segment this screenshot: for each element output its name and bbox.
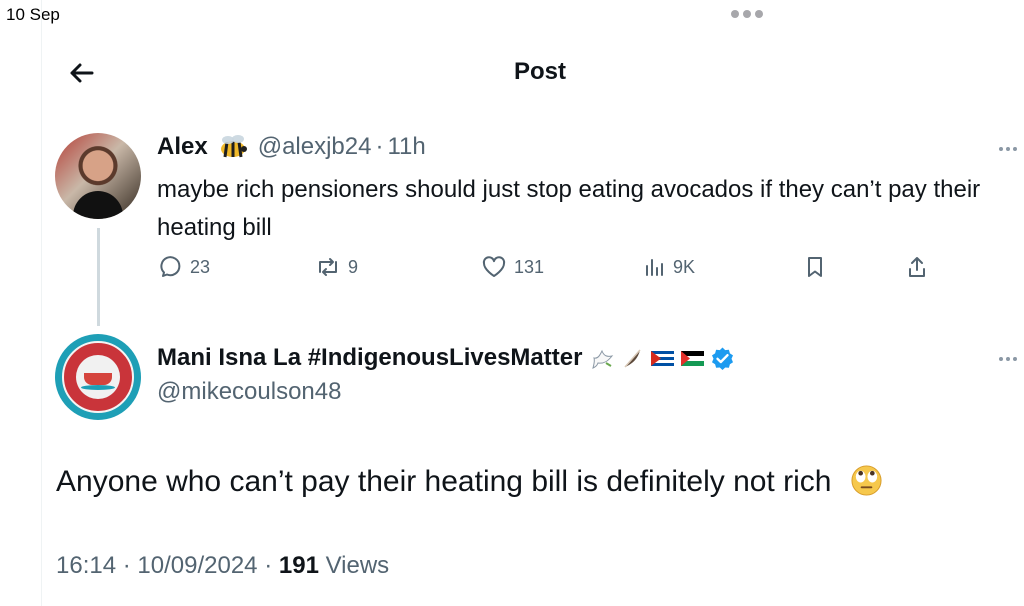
reply-time-ago[interactable]: 11h: [387, 133, 425, 161]
thread-connector-line: [97, 228, 100, 326]
reply-more-options-button[interactable]: [999, 147, 1017, 151]
window-dot-icon: [731, 10, 739, 18]
alex-avatar[interactable]: [55, 133, 141, 219]
like-count: 131: [514, 256, 545, 277]
bookmark-icon: [808, 257, 822, 277]
dove-icon: [592, 349, 614, 369]
back-arrow-icon: [70, 63, 94, 83]
main-handle[interactable]: @mikecoulson48: [157, 375, 735, 409]
repost-action[interactable]: 9: [315, 255, 358, 279]
window-drag-handle[interactable]: [731, 10, 763, 18]
share-action[interactable]: [905, 255, 929, 279]
back-button[interactable]: [64, 56, 98, 90]
bookmark-action[interactable]: [803, 255, 827, 279]
heart-icon: [482, 256, 506, 277]
post-timestamp-row: 16:14 · 10/09/2024 · 191 Views: [56, 552, 389, 580]
post-time[interactable]: 16:14: [56, 552, 116, 579]
repost-count: 9: [348, 256, 359, 277]
reply-action[interactable]: 23: [159, 255, 210, 279]
eye-roll-emoji: [851, 465, 882, 496]
analytics-icon: [646, 259, 663, 276]
reply-icon: [160, 256, 181, 277]
more-dot-icon: [1013, 147, 1017, 151]
reply-action-bar: 23 9 131 9K: [157, 255, 947, 289]
post-detail-screen: 10 Sep Post Alex @alexjb24 · 11h maybe r…: [0, 0, 1024, 606]
like-action[interactable]: 131: [481, 255, 544, 279]
more-dot-icon: [999, 147, 1003, 151]
verified-badge-icon: [712, 347, 734, 370]
main-post-text[interactable]: Anyone who can’t pay their heating bill …: [56, 465, 831, 498]
page-title: Post: [513, 58, 566, 85]
main-author-meta: Mani Isna La #IndigenousLivesMatter @mik…: [157, 341, 735, 409]
post-date[interactable]: 10/09/2024: [137, 552, 257, 579]
more-dot-icon: [999, 357, 1003, 361]
view-count: 9K: [673, 256, 696, 277]
post-header: Post: [42, 44, 1024, 100]
more-dot-icon: [1006, 357, 1010, 361]
reply-handle[interactable]: @alexjb24: [258, 133, 372, 161]
more-dot-icon: [1013, 357, 1017, 361]
avatar-shirt: [73, 191, 123, 219]
reply-author-meta: Alex @alexjb24 · 11h: [157, 133, 426, 161]
reply-display-name[interactable]: Alex: [157, 133, 208, 161]
cuba-flag-icon: [651, 350, 675, 366]
reply-tweet-text[interactable]: maybe rich pensioners should just stop e…: [157, 171, 1007, 247]
timestamp-separator: ·: [264, 552, 279, 579]
rescue-boat-icon: [84, 373, 112, 385]
status-date: 10 Sep: [6, 5, 60, 24]
reply-count: 23: [190, 256, 211, 277]
bee-icon: [216, 133, 250, 161]
main-display-name[interactable]: Mani Isna La #IndigenousLivesMatter: [157, 341, 582, 375]
views-label[interactable]: Views: [326, 552, 390, 579]
main-name-row: Mani Isna La #IndigenousLivesMatter: [157, 341, 735, 375]
window-dot-icon: [755, 10, 763, 18]
meta-separator: ·: [375, 133, 384, 160]
window-dot-icon: [743, 10, 751, 18]
boat-wake-icon: [81, 385, 115, 390]
views-count: 191: [278, 552, 319, 579]
views-action[interactable]: 9K: [642, 255, 695, 279]
timestamp-separator: ·: [122, 552, 138, 579]
mani-avatar[interactable]: [55, 334, 141, 420]
share-icon: [909, 257, 925, 277]
feather-icon: [624, 349, 641, 367]
profile-badges: [590, 346, 735, 371]
main-post-text-container: Anyone who can’t pay their heating bill …: [56, 464, 956, 499]
more-dot-icon: [1006, 147, 1010, 151]
palestine-flag-icon: [681, 350, 705, 366]
main-more-options-button[interactable]: [999, 357, 1017, 361]
repost-icon: [319, 258, 337, 276]
